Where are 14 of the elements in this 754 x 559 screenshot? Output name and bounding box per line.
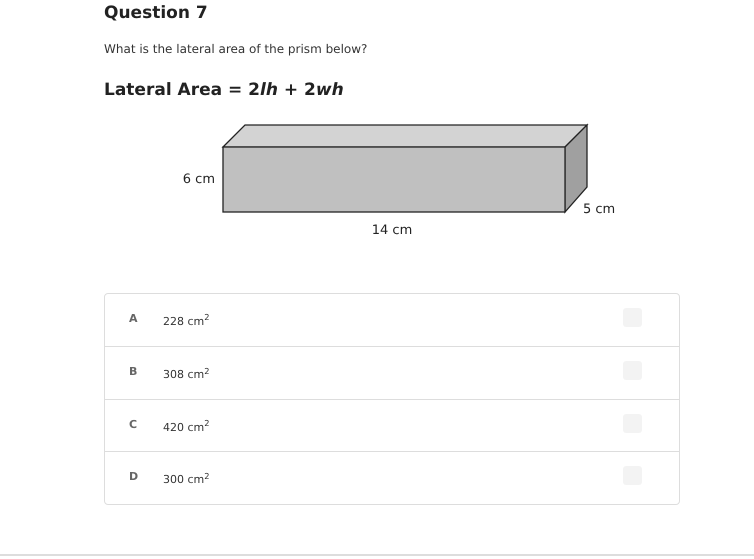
choice-text: 228 cm$^{2}$ <box>163 314 211 330</box>
dimension-label: 5 cm <box>583 202 616 216</box>
choice-letter: B <box>129 364 138 380</box>
choice-letter: A <box>129 310 139 326</box>
dimension-label: 6 cm <box>182 172 215 186</box>
choice-letter: C <box>129 416 138 432</box>
formula: Lateral Area = 2lh + 2wh <box>104 79 345 102</box>
choice-text: 420 cm$^{2}$ <box>163 420 211 436</box>
choice-letter: D <box>129 469 140 485</box>
question-text: What is the lateral area of the prism below? <box>104 41 368 58</box>
question-title: Question 7 <box>104 2 209 24</box>
choice-text: 300 cm$^{2}$ <box>163 472 211 488</box>
dimension-label: 14 cm <box>372 222 412 238</box>
choice-text: 308 cm$^{2}$ <box>163 367 211 383</box>
